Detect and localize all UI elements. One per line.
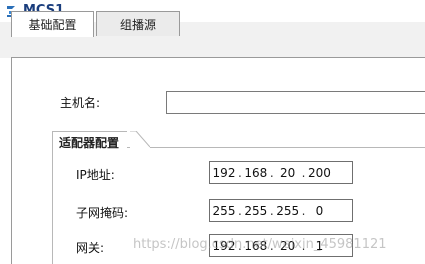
mask-octet-1[interactable]: 255	[210, 204, 238, 218]
mask-octet-2[interactable]: 255	[242, 204, 270, 218]
gateway-octet-1[interactable]: 192	[210, 239, 238, 253]
ip-octet-2[interactable]: 168	[242, 166, 270, 180]
subnet-mask-field[interactable]: 255. 255. 255. 0	[209, 199, 353, 222]
adapter-config-title: 适配器配置	[52, 131, 128, 152]
gateway-octet-2[interactable]: 168	[242, 239, 270, 253]
mask-octet-3[interactable]: 255	[274, 204, 302, 218]
hostname-input[interactable]	[166, 91, 425, 114]
ip-address-label: IP地址:	[76, 168, 115, 182]
mask-octet-4[interactable]: 0	[305, 204, 333, 218]
ip-address-field[interactable]: 192. 168. 20. 200	[209, 161, 353, 184]
gateway-label: 网关:	[76, 241, 105, 255]
hostname-label: 主机名:	[60, 96, 101, 110]
group-tab-edge	[130, 131, 150, 151]
ip-octet-1[interactable]: 192	[210, 166, 238, 180]
ip-octet-4[interactable]: 200	[305, 166, 333, 180]
gateway-octet-3[interactable]: 20	[274, 239, 302, 253]
subnet-mask-label: 子网掩码:	[76, 206, 129, 220]
ip-octet-3[interactable]: 20	[274, 166, 302, 180]
tab-basic-config[interactable]: 基础配置	[11, 11, 94, 37]
gateway-field[interactable]: 192. 168. 20. 1	[209, 234, 353, 257]
tab-multicast-source[interactable]: 组播源	[96, 11, 180, 36]
gateway-octet-4[interactable]: 1	[305, 239, 333, 253]
